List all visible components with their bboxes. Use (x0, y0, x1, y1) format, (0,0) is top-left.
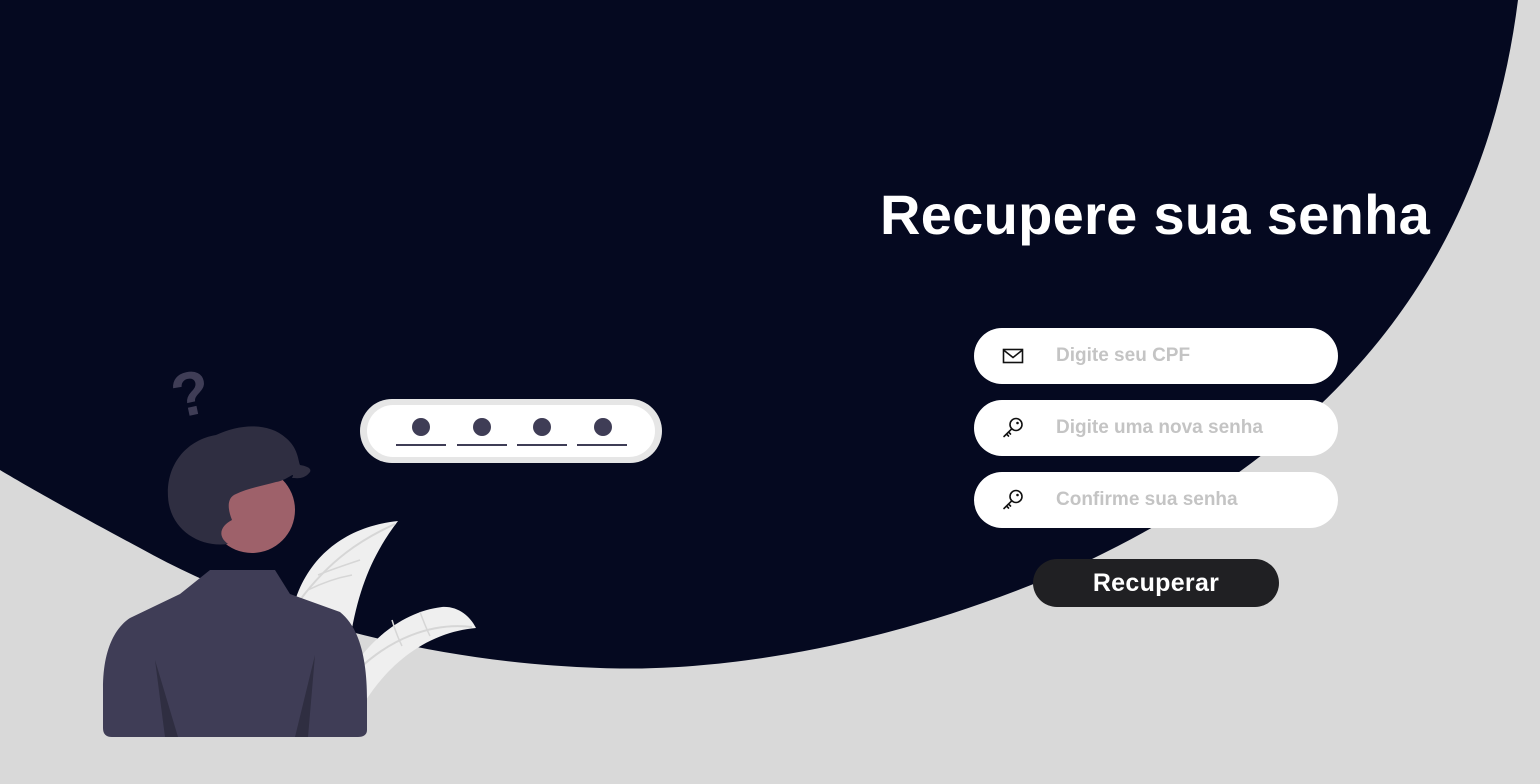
confirm-password-input[interactable] (1056, 480, 1318, 520)
password-recovery-page: ? Recupere sua senha Digite seu CPF Recu… (0, 0, 1540, 784)
recover-button[interactable]: Recuperar (1033, 559, 1279, 607)
confirm-password-field[interactable] (974, 472, 1338, 528)
question-mark: ? (165, 357, 216, 432)
mail-icon (1000, 343, 1026, 369)
key-icon (1000, 487, 1026, 513)
cpf-input[interactable] (1056, 336, 1318, 376)
cpf-field[interactable] (974, 328, 1338, 384)
confused-person-illustration: ? (103, 357, 662, 737)
password-pin-bubble (360, 399, 662, 463)
page-title: Recupere sua senha (879, 183, 1431, 246)
new-password-field[interactable] (974, 400, 1338, 456)
new-password-input[interactable] (1056, 408, 1318, 448)
key-icon (1000, 415, 1026, 441)
